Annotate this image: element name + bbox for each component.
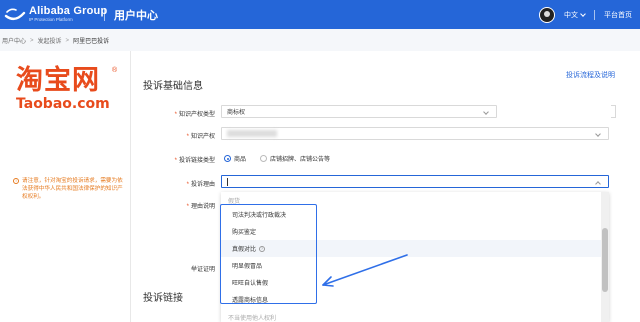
language-selector[interactable]: 中文 [564, 10, 586, 20]
help-link[interactable]: 投诉流程及说明 [566, 70, 615, 80]
ip-type-select[interactable]: 商标权 [221, 105, 497, 118]
annotation-highlight-box [220, 204, 317, 304]
notice-message: 请注意，针对淘宝的投诉请求，需要为依法获得中华人民共和国法律保护的知识产权权利。 [22, 178, 123, 200]
ip-label: * 知识产权 [186, 134, 215, 140]
platform-home-link[interactable]: 平台首页 [604, 10, 632, 20]
link-type-radio-group: 商品 店铺招牌、店铺公告等 [224, 154, 344, 163]
registered-mark: ® [112, 67, 118, 74]
ip-select[interactable] [221, 127, 609, 140]
chevron-down-icon [483, 109, 489, 115]
language-label: 中文 [564, 11, 578, 19]
top-navigation-bar: Alibaba Group IP Protection Platform 用户中… [0, 0, 640, 29]
taobao-logo: 淘宝网 ® Taobao.com [16, 67, 120, 112]
notice-text: ! 请注意，针对淘宝的投诉请求，需要为依法获得中华人民共和国法律保护的知识产权权… [13, 177, 123, 201]
redacted-value [227, 130, 277, 137]
ip-type-value: 商标权 [227, 110, 246, 116]
breadcrumb-item-current: 阿里巴巴投诉 [73, 39, 110, 45]
radio-label-product: 商品 [234, 157, 247, 163]
section-title-basic: 投诉基础信息 [143, 81, 203, 92]
header-right-area: 中文 平台首页 [539, 4, 632, 25]
field-edge [611, 105, 616, 118]
complaint-form: 投诉基础信息 投诉流程及说明 * 知识产权类型 商标权 * 知识产权 * 投诉链接类型… [131, 51, 640, 322]
page-title: 用户中心 [114, 10, 158, 22]
breadcrumb: 用户中心 > 发起投诉 > 阿里巴巴投诉 [0, 36, 640, 46]
reason-desc-label: * 理由说明 [186, 204, 215, 210]
alibaba-smile-icon [4, 8, 26, 21]
reason-select[interactable] [221, 175, 609, 188]
radio-label-shop: 店铺招牌、店铺公告等 [270, 157, 331, 163]
text-cursor [227, 177, 228, 186]
chevron-up-icon [595, 181, 601, 187]
sidebar: 淘宝网 ® Taobao.com ! 请注意，针对淘宝的投诉请求，需要为依法获得… [0, 51, 131, 322]
annotation-arrow-icon [322, 254, 408, 287]
warning-icon: ! [13, 178, 19, 184]
taobao-logo-en: Taobao.com [16, 96, 110, 112]
radio-product[interactable] [224, 155, 231, 162]
evidence-label: 举证证明 [190, 267, 215, 273]
avatar[interactable] [539, 6, 555, 23]
link-type-label: * 投诉链接类型 [174, 158, 215, 164]
chevron-down-icon [580, 10, 586, 17]
header-divider [104, 8, 105, 21]
taobao-logo-cn: 淘宝网 [16, 65, 100, 96]
breadcrumb-separator: > [30, 37, 34, 44]
brand-name: Alibaba Group [29, 4, 108, 17]
reason-label: * 投诉理由 [186, 182, 215, 188]
scrollbar-thumb[interactable] [602, 228, 608, 292]
chevron-down-icon [595, 131, 601, 137]
breadcrumb-separator: > [65, 37, 70, 44]
brand-subtitle: IP Protection Platform [29, 16, 73, 22]
breadcrumb-item-complaint[interactable]: 发起投诉 [38, 36, 62, 45]
radio-shop[interactable] [260, 155, 268, 162]
breadcrumb-item-user-center[interactable]: 用户中心 [2, 36, 26, 45]
ip-type-label: * 知识产权类型 [174, 112, 215, 118]
section-title-links: 投诉链接 [143, 293, 183, 304]
dropdown-group-label: 不当使用他人权利 [228, 316, 277, 322]
header-separator [594, 9, 595, 20]
dropdown-scrollbar[interactable] [601, 192, 609, 322]
alibaba-logo[interactable]: Alibaba Group IP Protection Platform [4, 3, 107, 25]
